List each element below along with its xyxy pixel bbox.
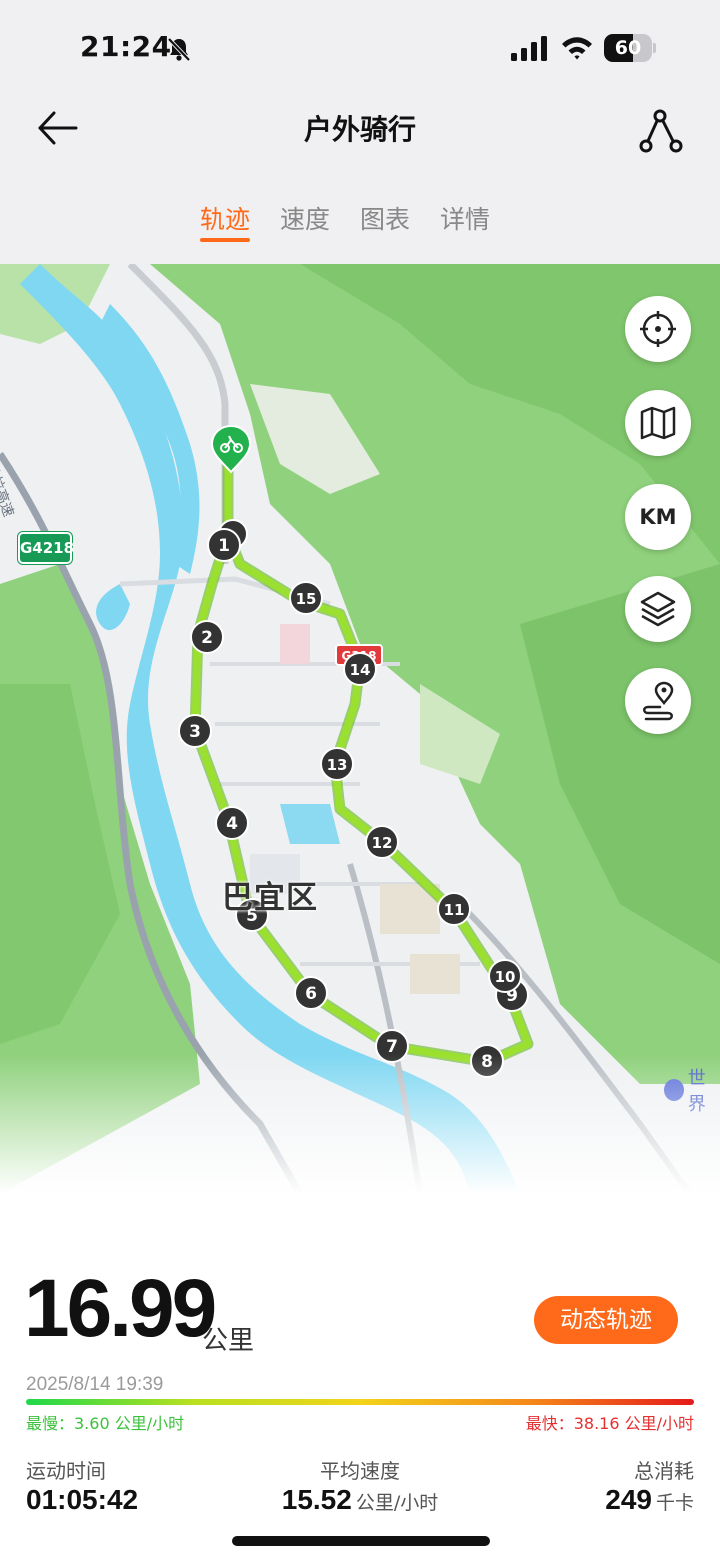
- layers-icon: [640, 591, 676, 627]
- battery-level: 60: [614, 37, 642, 59]
- landmark-icon: [664, 1079, 684, 1101]
- km-marker-label: 6: [305, 984, 317, 1004]
- km-label: KM: [639, 505, 677, 529]
- page-title: 户外骑行: [303, 113, 416, 146]
- tab-bar: 轨迹 速度 图表 详情: [200, 200, 490, 250]
- highway-badge: G4218: [18, 532, 74, 564]
- wifi-icon: [562, 37, 592, 60]
- back-arrow-icon[interactable]: [34, 106, 82, 150]
- km-marker-7: 7: [375, 1029, 409, 1063]
- km-marker-1: 1: [207, 528, 241, 562]
- tab-details[interactable]: 详情: [440, 200, 490, 250]
- km-marker-label: 14: [350, 661, 371, 679]
- tab-track[interactable]: 轨迹: [200, 200, 251, 250]
- km-marker-3: 3: [178, 714, 212, 748]
- layers-button[interactable]: [625, 576, 691, 642]
- km-marker-15: 15: [289, 581, 323, 615]
- cellular-signal-icon: [511, 36, 547, 61]
- bell-slash-icon: [167, 37, 191, 62]
- status-bar: 21:24 60: [0, 0, 720, 96]
- km-marker-label: 11: [444, 901, 465, 919]
- km-marker-label: 15: [296, 590, 317, 608]
- map-icon: [640, 406, 676, 440]
- km-marker-2: 2: [190, 620, 224, 654]
- km-marker-label: 4: [226, 814, 238, 834]
- km-marker-11: 11: [437, 892, 471, 926]
- distance-unit: 公里: [202, 1326, 255, 1356]
- map-canvas[interactable]: G318 123456789101112131415: [0, 264, 720, 1194]
- km-marker-label: 1: [218, 536, 230, 556]
- route-pin-icon: [643, 681, 674, 721]
- route-share-icon[interactable]: [638, 106, 686, 154]
- route-map[interactable]: G318 123456789101112131415 林拉高速 G4218 巴宜…: [0, 264, 720, 1194]
- avg-speed-text: 15.52: [281, 1484, 352, 1515]
- distance-value: 16.99: [24, 1263, 217, 1354]
- km-marker-label: 12: [372, 834, 393, 852]
- poi-text: 世界: [687, 1068, 706, 1115]
- app-header: 户外骑行 轨迹 速度 图表 详情: [0, 96, 720, 264]
- avg-speed-unit: 公里/小时: [355, 1492, 439, 1514]
- tab-speed[interactable]: 速度: [280, 200, 330, 250]
- km-marker-label: 13: [327, 756, 348, 774]
- home-indicator[interactable]: [232, 1536, 490, 1546]
- battery-icon: 60: [604, 34, 656, 62]
- district-label: 巴宜区: [222, 880, 318, 916]
- tab-chart[interactable]: 图表: [360, 200, 410, 250]
- km-marker-label: 7: [386, 1037, 398, 1057]
- km-marker-12: 12: [365, 825, 399, 859]
- slowest-speed: 最慢：3.60 公里/小时: [26, 1414, 185, 1433]
- fastest-speed: 最快：38.16 公里/小时: [525, 1414, 694, 1433]
- workout-datetime: 2025/8/14 19:39: [26, 1374, 164, 1395]
- km-marker-10: 10: [488, 959, 522, 993]
- km-marker-label: 8: [481, 1052, 493, 1072]
- route-pin-button[interactable]: [625, 668, 691, 734]
- km-marker-4: 4: [215, 806, 249, 840]
- km-marker-label: 3: [189, 722, 201, 742]
- km-marker-13: 13: [320, 747, 354, 781]
- km-marker-8: 8: [470, 1044, 504, 1078]
- km-toggle-button[interactable]: KM: [625, 484, 691, 550]
- calories-label: 总消耗: [634, 1459, 694, 1483]
- avg-speed-label: 平均速度: [0, 1455, 720, 1484]
- locate-button[interactable]: [625, 296, 691, 362]
- avg-speed-label-text: 平均速度: [320, 1459, 400, 1483]
- calories-value: 249 千卡: [605, 1484, 694, 1516]
- km-marker-label: 10: [495, 968, 516, 986]
- locate-icon: [640, 311, 676, 347]
- status-time: 21:24: [80, 30, 172, 63]
- km-marker-6: 6: [294, 976, 328, 1010]
- poi-label: 世界: [664, 1064, 720, 1116]
- map-type-button[interactable]: [625, 390, 691, 456]
- km-marker-label: 2: [201, 628, 213, 648]
- km-marker-14: 14: [343, 652, 377, 686]
- speed-gradient-bar: [26, 1399, 694, 1405]
- calories-unit: 千卡: [655, 1492, 694, 1514]
- calories-text: 249: [605, 1484, 652, 1515]
- dynamic-track-button[interactable]: 动态轨迹: [534, 1296, 678, 1344]
